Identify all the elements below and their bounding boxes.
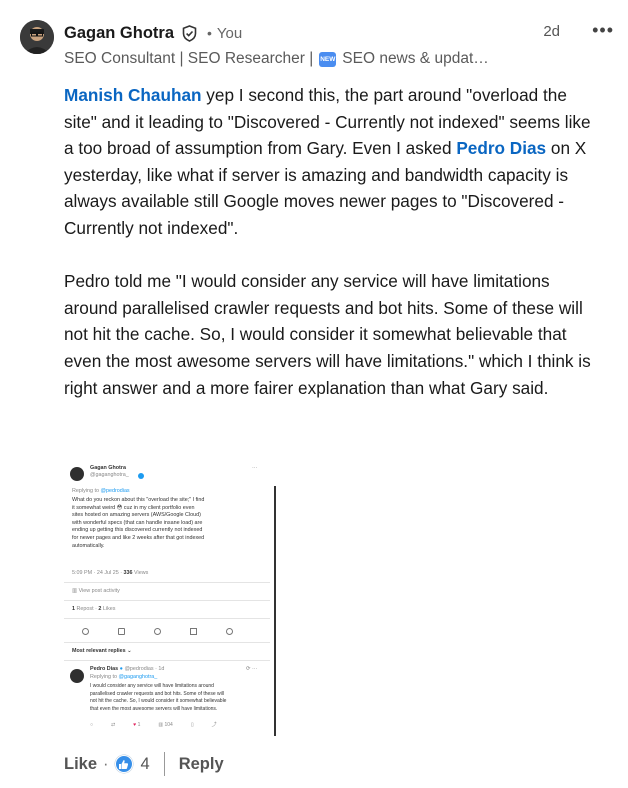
author-headline: SEO Consultant | SEO Researcher | NEW SE… [64,50,614,68]
reply-line: that even the most awesome servers will … [90,705,218,712]
headline-text-end: SEO news & updat… [342,50,489,67]
most-relevant-text: Most relevant replies [72,648,126,654]
reply-header: Pedro Dias ● @pedrodias · 1d [90,666,165,672]
author-name[interactable]: Gagan Ghotra [64,24,174,43]
headline-text: SEO Consultant | SEO Researcher | [64,50,314,67]
tweet-likes-label: Likes [101,606,116,612]
separator-dot: • [207,25,212,41]
separator-dot: · [103,754,109,773]
reply-share-icon: ⤴ [211,722,217,728]
bookmark-icon [190,628,197,635]
more-options-icon[interactable]: ••• [592,20,614,41]
reply-comment-icon: ○ [90,722,94,728]
tweet-line: with wonderful specs (that can handle in… [72,519,203,526]
tweet-body: What do you reckon about this "overload … [72,497,272,550]
new-badge-icon: NEW [319,51,337,67]
footer-divider [163,752,165,776]
tweet-more-icon: ··· [252,465,258,471]
tweet-line: it somewhat weird 😳 cuz in my client por… [72,504,195,511]
reply-line: not hit the cache. So, I would consider … [90,698,227,705]
reply-line: parallelised crawler requests and bot hi… [90,690,224,697]
most-relevant-label: Most relevant replies ⌄ [72,648,132,654]
heart-icon [154,628,161,635]
activity-icon: ▥ [72,588,79,594]
tweet-line: ending up getting this discovered curren… [72,527,203,534]
embedded-screenshot[interactable]: Gagan Ghotra @gaganghotra_ ··· Replying … [64,458,278,740]
author-relation: You [216,24,243,42]
mention-pedro-dias[interactable]: Pedro Dias [456,138,546,158]
like-reaction-icon[interactable] [114,755,133,773]
reply-button[interactable]: Reply [179,755,224,774]
tweet-avatar [70,467,84,481]
tweet-line: for newer pages and like 2 weeks after t… [72,534,205,541]
tweet-divider [64,582,270,583]
tweet-line: automatically. [72,542,105,549]
reply-likes: ♥ 1 [133,722,141,728]
screenshot-edge [274,486,276,736]
reply-avatar [70,669,84,683]
tweet-divider [64,600,270,601]
tweet-divider [64,618,270,619]
mention-manish-chauhan[interactable]: Manish Chauhan [64,85,202,105]
reply-replying-label: Replying to [90,674,117,680]
reaction-count[interactable]: 4 [141,755,150,774]
tweet-replying: Replying to @pedrodias [72,488,130,496]
share-icon [226,628,233,635]
author-avatar[interactable] [20,20,54,54]
tweet-replying-label: Replying to [72,488,99,494]
tweet-replying-to: @pedrodias [100,488,130,494]
reply-author-name: Pedro Dias [90,666,119,672]
comment-paragraph-2: Pedro told me "I would consider any serv… [64,271,591,398]
reply-bookmark-icon: ▯ [190,722,194,728]
tweet-meta-time: 5:09 PM · 24 Jul 25 · [72,570,124,576]
comment-time: 2d [543,23,560,40]
reply-replying-to: @gaganghotra_ [118,674,158,680]
tweet-divider [64,660,270,661]
reply-likes-count: 1 [137,722,141,728]
tweet-author-handle: @gaganghotra_ [90,472,129,478]
reply-body: I would consider any service will have l… [90,683,272,713]
tweet-activity: ▥ View post activity [72,588,120,596]
tweet-verified-icon [138,466,144,484]
tweet-reposts-label: Repost · [75,606,99,612]
tweet-divider [64,642,270,643]
reply-actions: ○ ⇄ ♥ 1 ▥ 104 ▯ ⤴ [90,722,217,730]
tweet-activity-label: View post activity [78,588,120,594]
reply-line: I would consider any service will have l… [90,683,214,689]
reply-repost-icon: ⇄ [111,722,116,728]
comment-paragraph-1: Manish Chauhan yep I second this, the pa… [64,82,604,242]
reply-views-count: 104 [164,722,173,728]
reply-icon [82,628,89,635]
tweet-actions [82,628,233,635]
like-button[interactable]: Like [64,755,97,774]
tweet-views-count: 336 [123,570,133,576]
tweet-engagement: 1 Repost · 2 Likes [72,606,115,614]
verified-icon [181,24,198,42]
reply-more-icon: ⟳ ··· [246,666,258,672]
comment-body: Manish Chauhan yep I second this, the pa… [64,82,604,401]
tweet-line: sites hosted on amazing servers (AWS/Goo… [72,512,201,519]
repost-icon [118,628,125,635]
tweet-line: What do you reckon about this "overload … [72,497,205,503]
comment-actions: Like · 4 Reply [64,752,224,776]
tweet-meta: 5:09 PM · 24 Jul 25 · 336 Views [72,570,148,578]
reply-views: ▥ 104 [158,722,173,728]
reply-replying: Replying to @gaganghotra_ [90,674,157,682]
tweet-views-label: Views [132,570,149,576]
reply-author-handle: @pedrodias · 1d [124,666,165,672]
comment-header: Gagan Ghotra • You 2d ••• SEO Consultant… [64,20,614,72]
